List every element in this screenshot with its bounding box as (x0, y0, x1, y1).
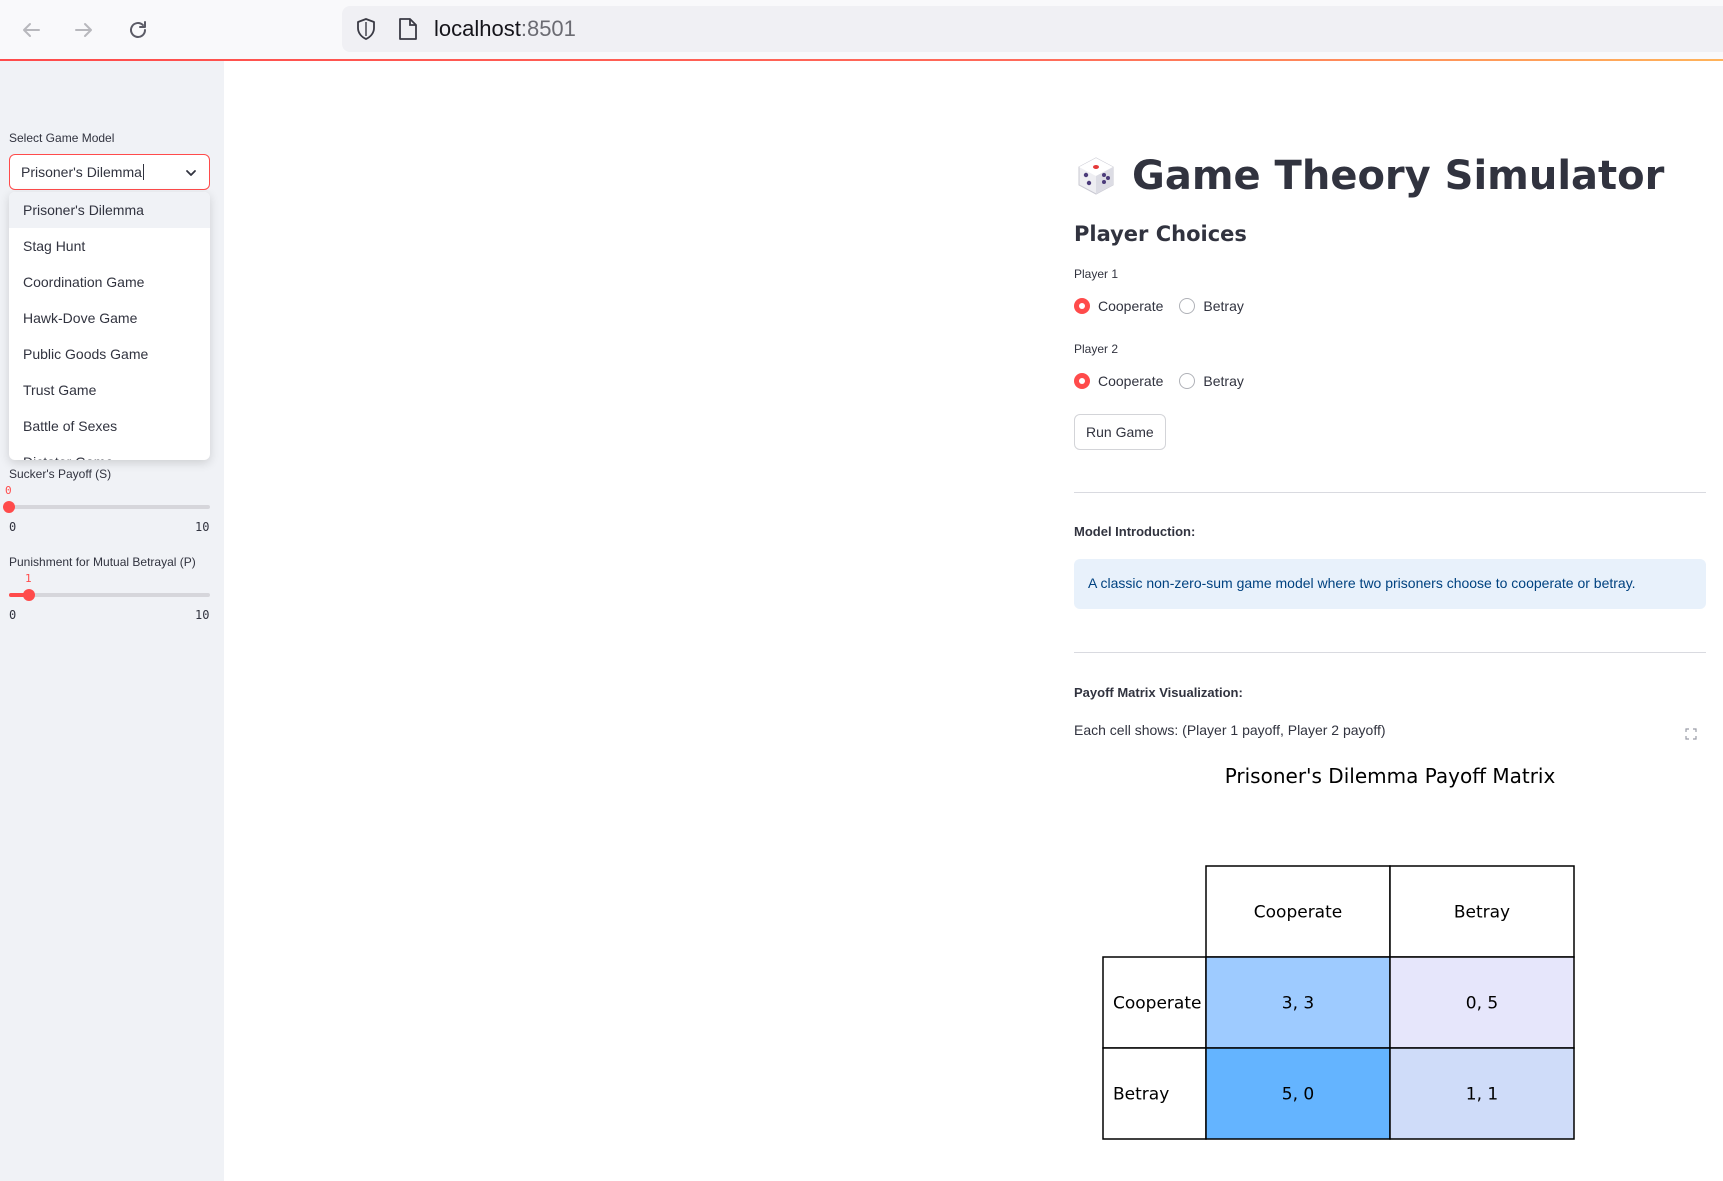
column-header-label: Cooperate (1254, 903, 1342, 923)
game-model-dropdown: Prisoner's Dilemma Stag Hunt Coordinatio… (9, 192, 210, 460)
player2-radio-group: Cooperate Betray (1074, 373, 1260, 389)
slider-suckers-payoff[interactable] (3, 501, 210, 513)
payoff-caption: Each cell shows: (Player 1 payoff, Playe… (1074, 722, 1386, 738)
page-title-text: Game Theory Simulator (1132, 153, 1665, 199)
slider-thumb[interactable] (3, 501, 15, 513)
radio-label: Betray (1203, 373, 1244, 389)
slider-max-label: 10 (195, 520, 210, 534)
model-introduction-text: A classic non-zero-sum game model where … (1088, 575, 1636, 591)
slider-value-punishment: 1 (25, 572, 32, 585)
back-arrow-icon[interactable] (13, 12, 49, 48)
dropdown-option[interactable]: Battle of Sexes (9, 408, 210, 444)
url-host: localhost (434, 16, 521, 41)
slider-max-label: 10 (195, 608, 210, 622)
player2-cooperate-option[interactable]: Cooperate (1074, 373, 1163, 389)
column-header-label: Betray (1454, 903, 1510, 923)
forward-arrow-icon[interactable] (66, 12, 102, 48)
player2-label: Player 2 (1074, 342, 1119, 356)
payoff-cell-value: 0, 5 (1466, 994, 1498, 1014)
model-introduction-info: A classic non-zero-sum game model where … (1074, 559, 1706, 609)
player1-radio-group: Cooperate Betray (1074, 298, 1260, 314)
payoff-cell-value: 3, 3 (1282, 994, 1314, 1014)
player1-label: Player 1 (1074, 267, 1119, 281)
address-bar[interactable]: localhost:8501 (342, 6, 1723, 52)
divider (1074, 652, 1706, 653)
slider-thumb[interactable] (23, 589, 36, 601)
payoff-matrix-chart: Prisoner's Dilemma Payoff Matrix Coopera… (1074, 756, 1706, 1156)
slider-punishment[interactable] (9, 589, 210, 601)
chart-title: Prisoner's Dilemma Payoff Matrix (1225, 764, 1556, 788)
radio-label: Cooperate (1098, 298, 1164, 314)
slider-min-label: 0 (9, 608, 17, 622)
dropdown-option[interactable]: Public Goods Game (9, 336, 210, 372)
dropdown-option[interactable]: Stag Hunt (9, 228, 210, 264)
dice-icon (1078, 157, 1114, 195)
radio-button[interactable] (1074, 373, 1090, 389)
game-model-select[interactable]: Prisoner's Dilemma (9, 154, 210, 190)
player-choices-heading: Player Choices (1074, 222, 1247, 246)
dropdown-option[interactable]: Hawk-Dove Game (9, 300, 210, 336)
slider-min-label: 0 (9, 520, 17, 534)
shield-icon[interactable] (354, 17, 378, 41)
browser-toolbar: localhost:8501 (0, 0, 1723, 60)
loading-line (0, 59, 1723, 61)
url-text[interactable]: localhost:8501 (434, 16, 576, 42)
slider-label-suckers-payoff: Sucker's Payoff (S) (9, 467, 112, 481)
page-icon (399, 18, 417, 40)
row-header-label: Betray (1113, 1085, 1169, 1105)
radio-button[interactable] (1179, 298, 1196, 314)
model-introduction-label: Model Introduction: (1074, 524, 1196, 539)
url-port: :8501 (520, 16, 576, 41)
row-header-label: Cooperate (1113, 994, 1201, 1014)
run-game-button[interactable]: Run Game (1074, 414, 1166, 450)
radio-label: Cooperate (1098, 373, 1164, 389)
radio-button[interactable] (1074, 298, 1090, 314)
dropdown-option[interactable]: Prisoner's Dilemma (9, 192, 210, 228)
divider (1074, 492, 1706, 493)
player1-betray-option[interactable]: Betray (1179, 298, 1244, 314)
radio-button[interactable] (1179, 373, 1196, 389)
page-title: Game Theory Simulator (1074, 153, 1664, 199)
dropdown-option[interactable]: Coordination Game (9, 264, 210, 300)
sidebar: Select Game Model Prisoner's Dilemma Pri… (0, 61, 224, 1181)
game-model-select-value: Prisoner's Dilemma (21, 164, 144, 180)
slider-value-suckers-payoff: 0 (5, 484, 12, 497)
player2-betray-option[interactable]: Betray (1179, 373, 1244, 389)
radio-label: Betray (1203, 298, 1244, 314)
reload-icon[interactable] (120, 12, 156, 48)
select-game-model-label: Select Game Model (9, 131, 115, 145)
dropdown-option[interactable]: Dictator Game (9, 444, 210, 460)
fullscreen-icon[interactable] (1684, 727, 1698, 741)
slider-label-punishment: Punishment for Mutual Betrayal (P) (9, 555, 196, 569)
chevron-down-icon[interactable] (183, 165, 199, 181)
payoff-cell-value: 5, 0 (1282, 1085, 1314, 1105)
payoff-cell-value: 1, 1 (1466, 1085, 1498, 1105)
payoff-matrix-label: Payoff Matrix Visualization: (1074, 685, 1243, 700)
payoff-matrix-svg: Prisoner's Dilemma Payoff Matrix Coopera… (1102, 764, 1575, 1140)
player1-cooperate-option[interactable]: Cooperate (1074, 298, 1163, 314)
dropdown-option[interactable]: Trust Game (9, 372, 210, 408)
